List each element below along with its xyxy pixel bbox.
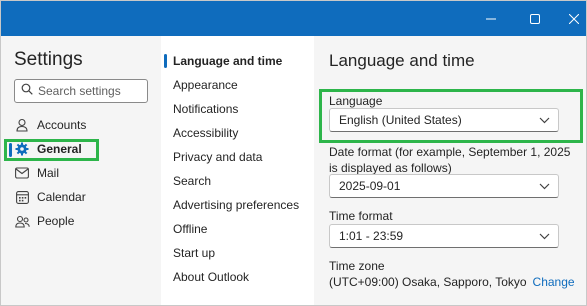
general-submenu: Language and time Appearance Notificatio… <box>161 36 314 305</box>
submenu-selected-indicator <box>164 54 167 68</box>
time-format-label: Time format <box>329 209 393 223</box>
language-and-time-panel: Language and time Language English (Unit… <box>314 36 586 305</box>
search-input[interactable] <box>38 84 138 98</box>
submenu-item-notifications[interactable]: Notifications <box>173 101 238 117</box>
minimize-icon <box>486 14 496 24</box>
maximize-icon <box>530 13 540 24</box>
submenu-item-offline[interactable]: Offline <box>173 221 207 237</box>
time-zone-row: (UTC+09:00) Osaka, Sapporo, Tokyo Change <box>329 275 575 289</box>
submenu-item-appearance[interactable]: Appearance <box>173 77 238 93</box>
submenu-item-privacy-and-data[interactable]: Privacy and data <box>173 149 262 165</box>
sidebar-item-label: People <box>37 214 75 228</box>
sidebar-item-label: Mail <box>37 166 60 180</box>
time-format-value: 1:01 - 23:59 <box>339 229 404 243</box>
sidebar-item-mail[interactable]: Mail <box>11 162 151 184</box>
sidebar-item-label: Calendar <box>37 190 86 204</box>
change-time-zone-link[interactable]: Change <box>533 275 575 289</box>
date-format-label: Date format (for example, September 1, 2… <box>329 145 571 175</box>
settings-title: Settings <box>14 49 83 70</box>
sidebar-item-calendar[interactable]: Calendar <box>11 186 151 208</box>
submenu-item-language-and-time[interactable]: Language and time <box>173 53 282 69</box>
close-icon <box>569 13 579 24</box>
submenu-item-advertising-preferences[interactable]: Advertising preferences <box>173 197 299 213</box>
sidebar-item-accounts[interactable]: Accounts <box>11 114 151 136</box>
chevron-down-icon <box>539 179 550 193</box>
submenu-item-about-outlook[interactable]: About Outlook <box>173 269 249 285</box>
time-zone-value: (UTC+09:00) Osaka, Sapporo, Tokyo <box>329 275 527 289</box>
people-icon <box>14 213 30 229</box>
submenu-item-accessibility[interactable]: Accessibility <box>173 125 238 141</box>
settings-sidebar: Settings Accounts <box>1 36 161 305</box>
page-title: Language and time <box>329 51 475 70</box>
close-button[interactable] <box>552 1 586 36</box>
minimize-button[interactable] <box>469 1 513 36</box>
chevron-down-icon <box>539 113 550 127</box>
submenu-item-start-up[interactable]: Start up <box>173 245 215 261</box>
time-format-dropdown[interactable]: 1:01 - 23:59 <box>329 224 559 248</box>
language-dropdown[interactable]: English (United States) <box>329 108 559 132</box>
date-format-dropdown[interactable]: 2025-09-01 <box>329 174 559 198</box>
sidebar-item-people[interactable]: People <box>11 210 151 232</box>
search-icon <box>21 82 33 100</box>
person-icon <box>14 117 30 133</box>
sidebar-item-label: Accounts <box>37 118 87 132</box>
search-box[interactable] <box>14 79 148 103</box>
mail-icon <box>14 165 30 181</box>
submenu-item-search[interactable]: Search <box>173 173 211 189</box>
language-label: Language <box>329 94 383 108</box>
date-format-value: 2025-09-01 <box>339 179 401 193</box>
chevron-down-icon <box>539 229 550 243</box>
general-highlight-box <box>4 139 99 161</box>
settings-window: Settings Accounts <box>0 0 587 306</box>
time-zone-label: Time zone <box>329 259 385 273</box>
calendar-icon <box>14 189 30 205</box>
language-value: English (United States) <box>339 113 462 127</box>
title-bar <box>1 1 586 36</box>
maximize-button[interactable] <box>513 1 557 36</box>
